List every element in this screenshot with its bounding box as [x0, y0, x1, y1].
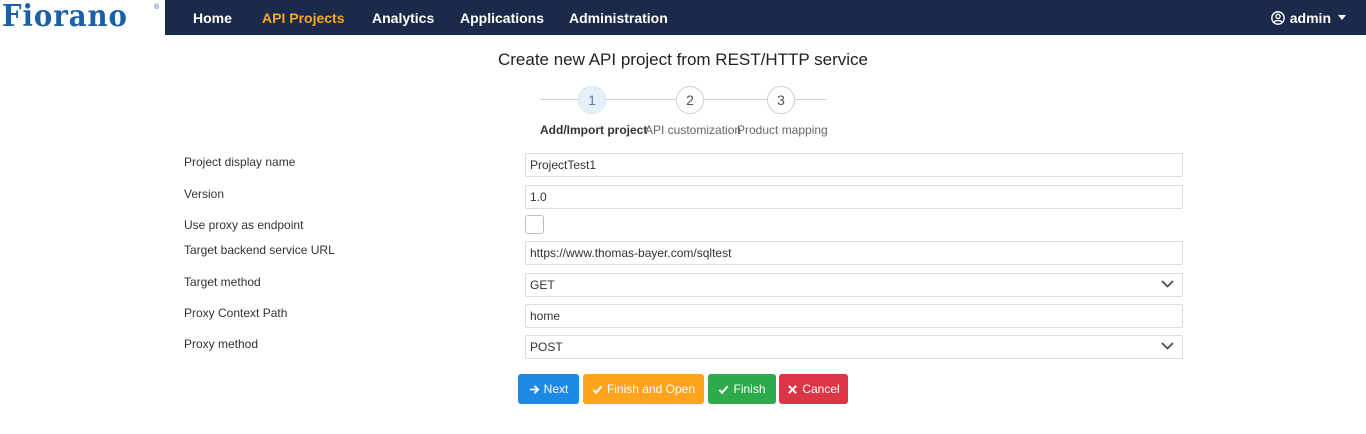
- target-url-input[interactable]: [525, 241, 1183, 265]
- cancel-button-label: Cancel: [802, 382, 840, 396]
- finish-button-label: Finish: [733, 382, 766, 396]
- check-icon: [719, 385, 729, 394]
- nav-home[interactable]: Home: [193, 0, 232, 35]
- user-name: admin: [1289, 9, 1331, 26]
- target-method-label: Target method: [184, 275, 261, 289]
- top-navbar: Fiorano ® Home API Projects Analytics Ap…: [0, 0, 1366, 35]
- project-display-name-input[interactable]: [525, 153, 1183, 177]
- target-url-label: Target backend service URL: [184, 243, 335, 257]
- proxy-context-path-label: Proxy Context Path: [184, 306, 288, 320]
- nav-applications[interactable]: Applications: [460, 0, 544, 35]
- logo-text: Fiorano: [2, 0, 128, 34]
- page-title: Create new API project from REST/HTTP se…: [497, 50, 869, 69]
- stepper-line: [704, 99, 767, 100]
- use-proxy-label: Use proxy as endpoint: [184, 218, 304, 232]
- proxy-method-label: Proxy method: [184, 337, 259, 351]
- finish-and-open-button[interactable]: Finish and Open: [583, 374, 704, 404]
- step-3-circle[interactable]: 3: [767, 86, 795, 114]
- finish-button[interactable]: Finish: [708, 374, 776, 404]
- stepper-line: [540, 99, 578, 100]
- cancel-button[interactable]: Cancel: [779, 374, 848, 404]
- target-method-select[interactable]: GET: [525, 273, 1183, 297]
- target-method-value: GET: [530, 278, 555, 292]
- logo-registered-mark: ®: [154, 4, 160, 11]
- step-2-circle[interactable]: 2: [676, 86, 704, 114]
- version-label: Version: [184, 187, 225, 201]
- step-1-label: Add/Import project: [540, 123, 648, 137]
- version-input[interactable]: [525, 185, 1183, 209]
- step-1-circle[interactable]: 1: [578, 86, 606, 114]
- nav-administration[interactable]: Administration: [569, 0, 668, 35]
- nav-analytics[interactable]: Analytics: [372, 0, 434, 35]
- stepper-line: [606, 99, 676, 100]
- nav-api-projects[interactable]: API Projects: [262, 0, 344, 35]
- check-icon: [592, 385, 603, 394]
- chevron-down-icon: [1161, 342, 1174, 350]
- next-button-label: Next: [543, 382, 569, 396]
- proxy-method-select[interactable]: POST: [525, 335, 1183, 359]
- project-display-name-label: Project display name: [184, 155, 296, 169]
- proxy-method-value: POST: [530, 340, 563, 354]
- step-2-label: API customization: [645, 123, 742, 137]
- arrow-right-icon: [529, 384, 540, 394]
- step-3-label: Product mapping: [737, 123, 828, 137]
- chevron-down-icon: [1338, 15, 1346, 20]
- user-menu[interactable]: admin: [1270, 0, 1346, 35]
- use-proxy-checkbox[interactable]: [525, 215, 544, 234]
- next-button[interactable]: Next: [518, 374, 579, 404]
- finish-and-open-button-label: Finish and Open: [606, 382, 696, 396]
- brand-logo[interactable]: Fiorano ®: [0, 0, 165, 35]
- stepper-line: [795, 99, 826, 100]
- chevron-down-icon: [1161, 280, 1174, 288]
- close-icon: [788, 384, 798, 394]
- user-circle-icon: [1270, 10, 1285, 25]
- proxy-context-path-input[interactable]: [525, 304, 1183, 328]
